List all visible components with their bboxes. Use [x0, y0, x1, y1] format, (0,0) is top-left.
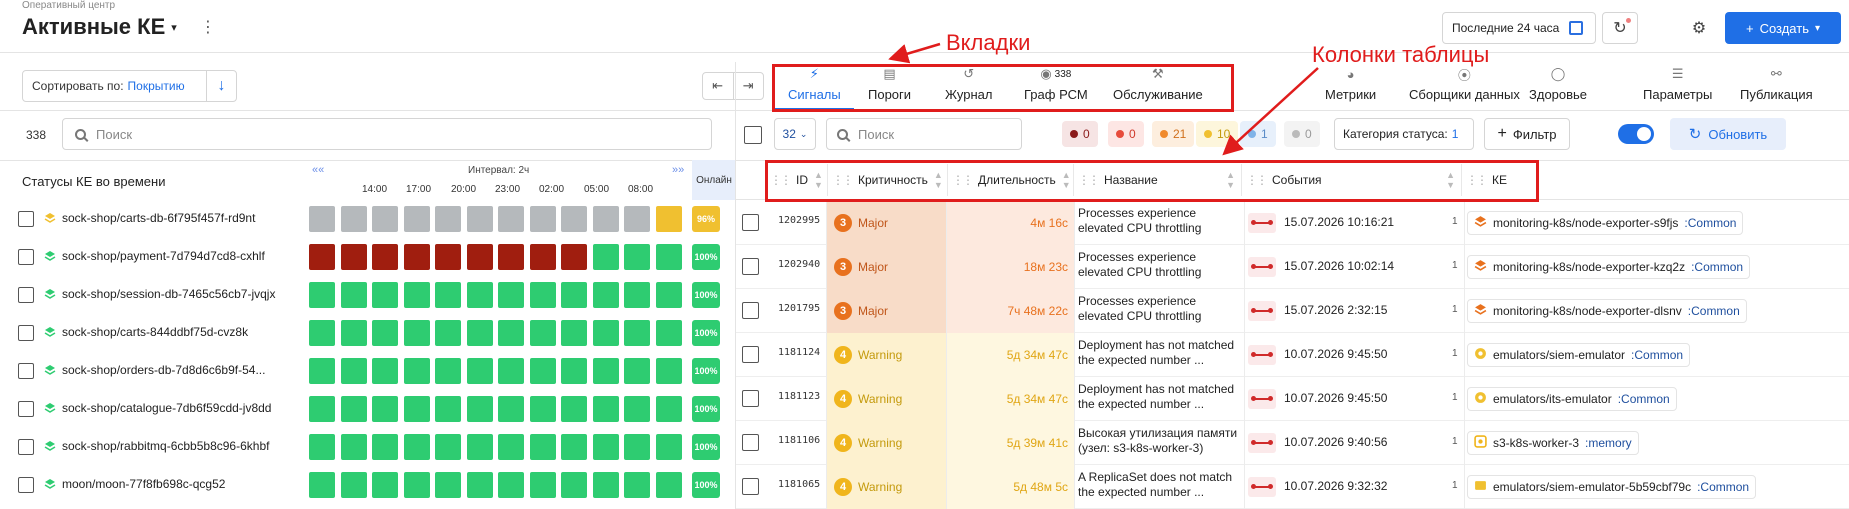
- annotation-arrows: [888, 42, 1319, 156]
- columns-arrow: [1222, 67, 1319, 156]
- tabs-arrow: [888, 42, 941, 64]
